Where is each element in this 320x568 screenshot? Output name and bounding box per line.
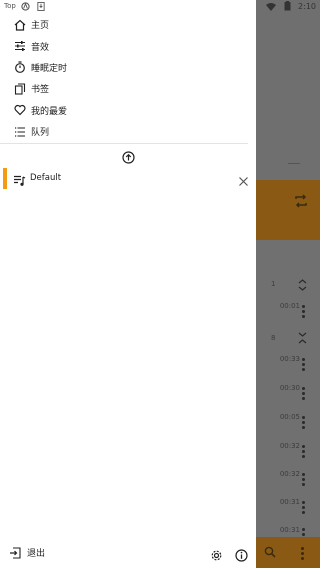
- exit-label: 退出: [27, 549, 46, 559]
- background-track-time: 00:33: [279, 355, 300, 363]
- background-track-time: 00:32: [279, 470, 300, 478]
- menu-item-queue[interactable]: 队列: [0, 121, 256, 142]
- menu-item-label: 我的最爱: [31, 106, 68, 117]
- more-icon: [302, 473, 305, 488]
- more-icon: [302, 416, 305, 431]
- gear-icon[interactable]: [210, 547, 223, 561]
- status-left-text: Top: [4, 2, 16, 10]
- exit-button[interactable]: 退出: [9, 546, 45, 559]
- navigation-drawer: 主页 音效 睡眠定时 书签 我的最爱 队列 Default 退出: [0, 0, 256, 568]
- queue-icon: [13, 125, 26, 138]
- close-icon[interactable]: [238, 172, 250, 186]
- more-icon: [302, 387, 305, 402]
- background-track-time: 00:30: [279, 384, 300, 392]
- status-time: 2:10: [298, 1, 316, 11]
- background-app-overlay[interactable]: 1 8 00:01 00:33 00:30 00:05 00:32 00:32 …: [256, 0, 320, 568]
- background-track-time: 00:32: [279, 442, 300, 450]
- menu-divider: [0, 143, 248, 144]
- expand-icon: [298, 332, 307, 344]
- drawer-menu: 主页 音效 睡眠定时 书签 我的最爱 队列: [0, 14, 256, 142]
- battery-icon: [282, 1, 292, 11]
- background-track-time: 00:05: [279, 413, 300, 421]
- background-bottom-bar: [256, 537, 320, 568]
- wifi-icon: [266, 1, 277, 11]
- drawer-footer: 退出: [0, 540, 256, 566]
- download-icon: [36, 1, 46, 11]
- menu-item-home[interactable]: 主页: [0, 14, 256, 35]
- background-row-label: 8: [271, 334, 276, 342]
- background-divider: [288, 163, 300, 164]
- info-icon[interactable]: [235, 547, 248, 562]
- menu-item-label: 睡眠定时: [31, 63, 68, 74]
- menu-item-favorites[interactable]: 我的最爱: [0, 100, 256, 121]
- menu-item-sleep-timer[interactable]: 睡眠定时: [0, 57, 256, 78]
- heart-icon: [13, 104, 26, 117]
- background-track-time: 00:31: [279, 498, 300, 506]
- search-icon: [264, 546, 276, 558]
- menu-item-label: 音效: [31, 42, 50, 53]
- add-circle-icon: [121, 150, 135, 164]
- more-icon: [301, 547, 304, 560]
- background-player-panel: [256, 180, 320, 240]
- playlist-name: Default: [30, 173, 62, 183]
- playlist-item[interactable]: Default: [0, 168, 256, 189]
- add-playlist-button[interactable]: [121, 150, 135, 164]
- menu-item-equalizer[interactable]: 音效: [0, 35, 256, 56]
- timer-icon: [13, 61, 26, 74]
- menu-item-label: 主页: [31, 21, 50, 32]
- menu-item-label: 书签: [31, 85, 50, 96]
- home-icon: [13, 18, 26, 31]
- background-track-time: 00:01: [279, 302, 300, 310]
- status-bar: Top 2:10: [0, 0, 320, 14]
- equalizer-icon: [13, 40, 26, 53]
- active-playlist-indicator: [3, 168, 7, 189]
- background-header: [256, 0, 320, 180]
- background-row-label: 1: [271, 280, 276, 288]
- more-icon: [302, 358, 305, 373]
- more-icon: [302, 445, 305, 460]
- exit-icon: [10, 546, 21, 559]
- notification-icon: [21, 1, 31, 11]
- collapse-icon: [298, 279, 307, 291]
- repeat-icon: [295, 194, 307, 208]
- background-track-time: 00:31: [279, 526, 300, 534]
- playlist-icon: [13, 172, 26, 186]
- menu-item-bookmarks[interactable]: 书签: [0, 78, 256, 99]
- menu-item-label: 队列: [31, 128, 50, 139]
- bookmark-icon: [13, 82, 26, 95]
- more-icon: [302, 501, 305, 516]
- more-icon: [302, 305, 305, 320]
